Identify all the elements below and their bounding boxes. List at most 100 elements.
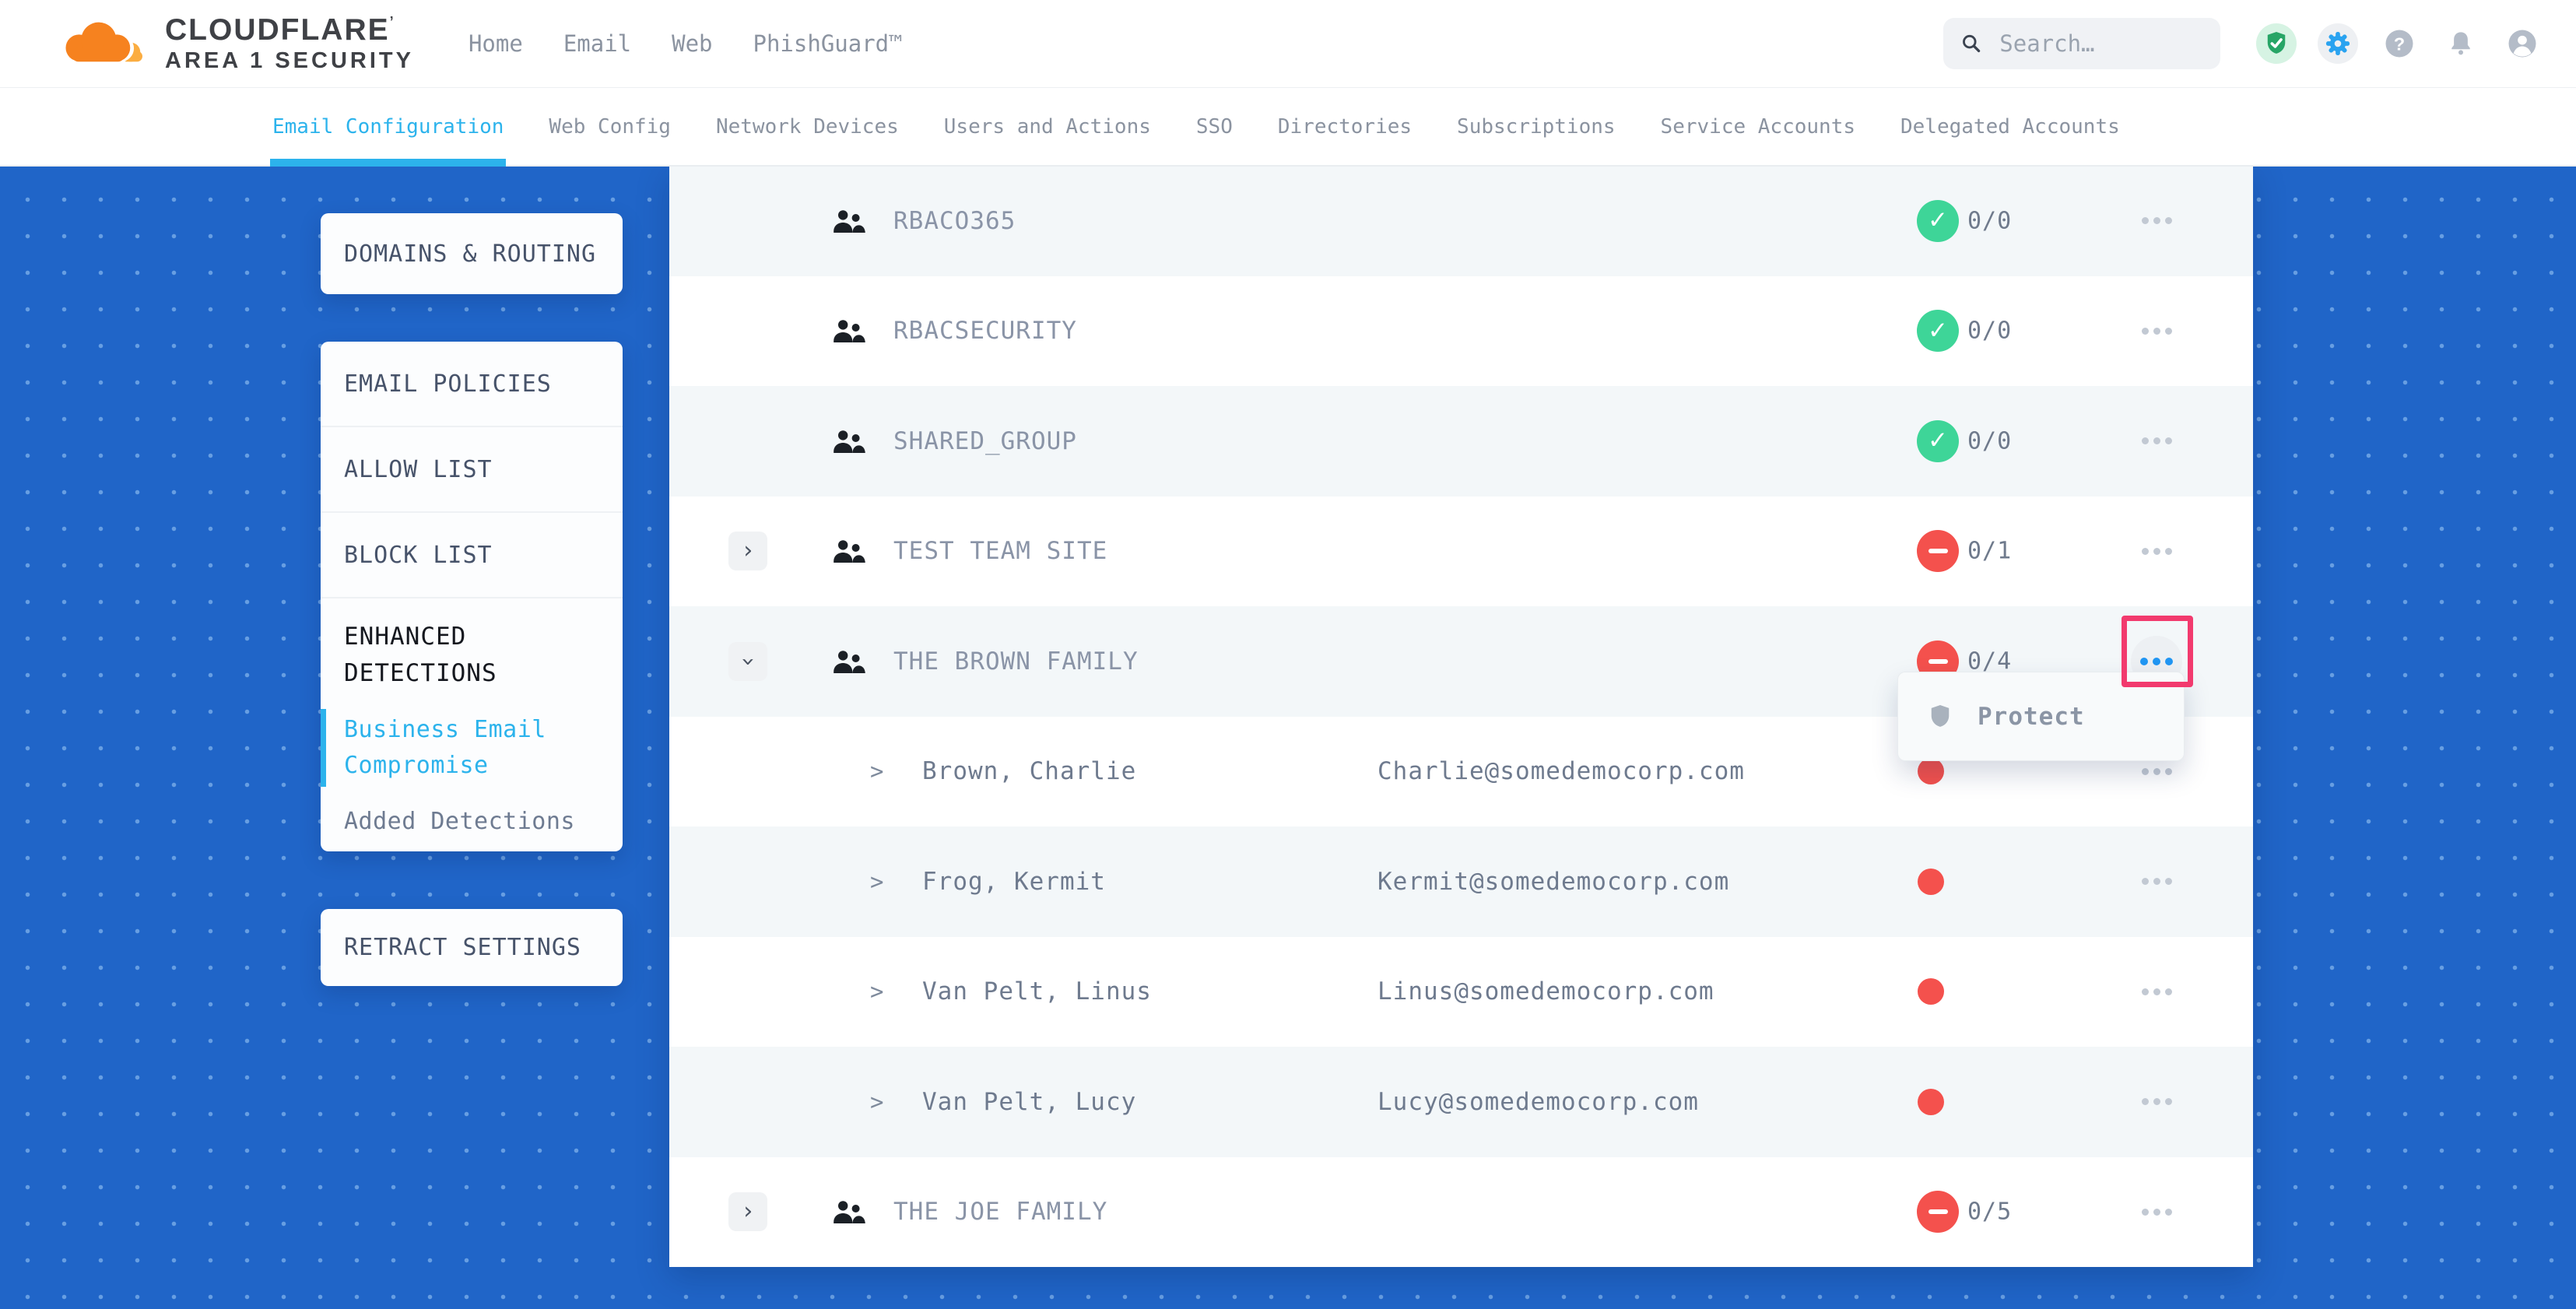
group-name: RBACSECURITY (893, 317, 1077, 345)
row-menu-button[interactable] (2131, 416, 2182, 467)
ellipsis-dot (2165, 328, 2172, 335)
table-row[interactable]: >Frog, KermitKermit@somedemocorp.com (669, 826, 2253, 937)
sidebar-item-retract-settings[interactable]: RETRACT SETTINGS (321, 909, 623, 986)
expand-button[interactable]: › (728, 532, 767, 570)
tab-network-devices[interactable]: Network Devices (716, 88, 899, 165)
sidebar-label: DOMAINS & ROUTING (344, 240, 596, 268)
app-header: CLOUDFLARE’ AREA 1 SECURITY Home Email Web… (0, 0, 2576, 87)
account-user-icon[interactable] (2491, 12, 2553, 75)
table-row[interactable]: >Van Pelt, LinusLinus@somedemocorp.com (669, 937, 2253, 1048)
member-name: Brown, Charlie (922, 757, 1136, 785)
tab-delegated-accounts[interactable]: Delegated Accounts (1900, 88, 2120, 165)
sidebar-enhanced-detections-section: ENHANCED DETECTIONS Business Email Compr… (321, 598, 623, 840)
group-icon (830, 646, 867, 677)
top-nav-item-email[interactable]: Email (563, 30, 631, 57)
tab-service-accounts[interactable]: Service Accounts (1661, 88, 1855, 165)
app-screen: CLOUDFLARE’ AREA 1 SECURITY Home Email Web… (0, 0, 2576, 1309)
chevron-icon: › (741, 1200, 755, 1223)
expand-button[interactable]: › (728, 1192, 767, 1231)
group-name: THE BROWN FAMILY (893, 647, 1139, 676)
ellipsis-dot (2142, 1209, 2149, 1216)
group-icon (830, 1196, 867, 1227)
table-row[interactable]: RBACSECURITY✓0/0 (669, 276, 2253, 387)
protect-menu-item[interactable]: Protect (1978, 703, 2085, 731)
row-menu-button[interactable] (2131, 966, 2182, 1017)
enhanced-detections-title[interactable]: ENHANCED DETECTIONS (344, 619, 599, 692)
menu-highlight-box (2122, 616, 2193, 687)
member-name: Frog, Kermit (922, 868, 1106, 896)
search-box[interactable] (1943, 18, 2220, 69)
ellipsis-dot (2165, 217, 2172, 224)
shield-check-icon[interactable] (2245, 12, 2307, 75)
row-menu-button[interactable] (2131, 305, 2182, 356)
row-menu-button[interactable] (2131, 1186, 2182, 1237)
ellipsis-dot (2142, 328, 2149, 335)
ellipsis-dot (2165, 988, 2172, 995)
minus-icon (1928, 1209, 1948, 1214)
top-nav-item-web[interactable]: Web (672, 30, 712, 57)
row-menu-button[interactable] (2131, 856, 2182, 907)
sidebar-item-email-policies[interactable]: EMAIL POLICIES (321, 342, 623, 427)
header-right: ? (1943, 12, 2553, 75)
row-menu-button[interactable] (2131, 195, 2182, 247)
chevron-icon: › (736, 654, 760, 669)
ellipsis-dot (2153, 1098, 2160, 1105)
top-nav-item-phishguard[interactable]: PhishGuard™ (753, 30, 903, 57)
group-name: THE JOE FAMILY (893, 1198, 1107, 1226)
tab-web-config[interactable]: Web Config (549, 88, 671, 165)
collapse-button[interactable]: › (728, 642, 767, 681)
cloudflare-logo[interactable]: CLOUDFLARE’ AREA 1 SECURITY (51, 9, 414, 78)
table-row[interactable]: ›THE JOE FAMILY0/5 (669, 1157, 2253, 1268)
group-icon (830, 646, 867, 677)
status-unprotected-badge (1917, 1191, 1959, 1233)
sidebar-item-business-email-compromise[interactable]: Business Email Compromise (344, 712, 599, 784)
sidebar-item-domains-routing[interactable]: DOMAINS & ROUTING (321, 213, 623, 294)
tab-sso[interactable]: SSO (1196, 88, 1233, 165)
table-row[interactable]: SHARED_GROUP✓0/0 (669, 386, 2253, 497)
settings-gear-icon[interactable] (2307, 12, 2368, 75)
status-protected-badge: ✓ (1917, 310, 1959, 352)
ellipsis-dot (2165, 1098, 2172, 1105)
status-unprotected-dot (1918, 758, 1944, 784)
member-email: Linus@somedemocorp.com (1377, 977, 1714, 1005)
member-name: Van Pelt, Linus (922, 977, 1152, 1005)
ellipsis-dot (2165, 1209, 2172, 1216)
notifications-bell-icon[interactable] (2430, 12, 2491, 75)
row-menu-button[interactable] (2131, 525, 2182, 577)
member-caret-icon: > (870, 869, 883, 895)
content-area: DOMAINS & ROUTING EMAIL POLICIES ALLOW L… (0, 166, 2576, 1309)
ellipsis-dot (2142, 1098, 2149, 1105)
member-caret-icon: > (870, 1089, 883, 1115)
tab-directories[interactable]: Directories (1278, 88, 1412, 165)
sidebar-label: BLOCK LIST (344, 542, 493, 569)
group-icon (830, 535, 867, 567)
search-input[interactable] (1998, 30, 2203, 58)
member-email: Lucy@somedemocorp.com (1377, 1088, 1699, 1116)
member-caret-icon: > (870, 758, 883, 784)
group-icon (830, 315, 867, 346)
ellipsis-dot (2153, 437, 2160, 444)
tab-email-configuration[interactable]: Email Configuration (272, 88, 504, 165)
help-icon[interactable]: ? (2368, 12, 2430, 75)
tab-users-and-actions[interactable]: Users and Actions (944, 88, 1151, 165)
row-menu-button[interactable] (2131, 1076, 2182, 1128)
sidebar-item-block-list[interactable]: BLOCK LIST (321, 513, 623, 598)
table-row[interactable]: ›TEST TEAM SITE0/1 (669, 497, 2253, 607)
ellipsis-dot (2165, 768, 2172, 775)
table-row[interactable]: RBACO365✓0/0 (669, 166, 2253, 276)
table-row[interactable]: > Van Pelt, Lucy Lucy@somedemocorp.com (669, 1047, 2253, 1157)
check-icon: ✓ (1928, 429, 1948, 453)
sidebar-item-added-detections[interactable]: Added Detections (344, 804, 599, 840)
group-name: RBACO365 (893, 207, 1016, 235)
header-icons: ? (2245, 12, 2553, 75)
member-name: Van Pelt, Lucy (922, 1088, 1136, 1116)
top-nav-item-home[interactable]: Home (469, 30, 523, 57)
sidebar-item-allow-list[interactable]: ALLOW LIST (321, 427, 623, 513)
ellipsis-dot (2165, 437, 2172, 444)
status-protected-badge: ✓ (1917, 420, 1959, 462)
ellipsis-dot (2153, 988, 2160, 995)
tab-subscriptions[interactable]: Subscriptions (1457, 88, 1616, 165)
ellipsis-dot (2153, 328, 2160, 335)
group-icon (830, 205, 867, 237)
protected-count: 0/1 (1967, 538, 2012, 565)
